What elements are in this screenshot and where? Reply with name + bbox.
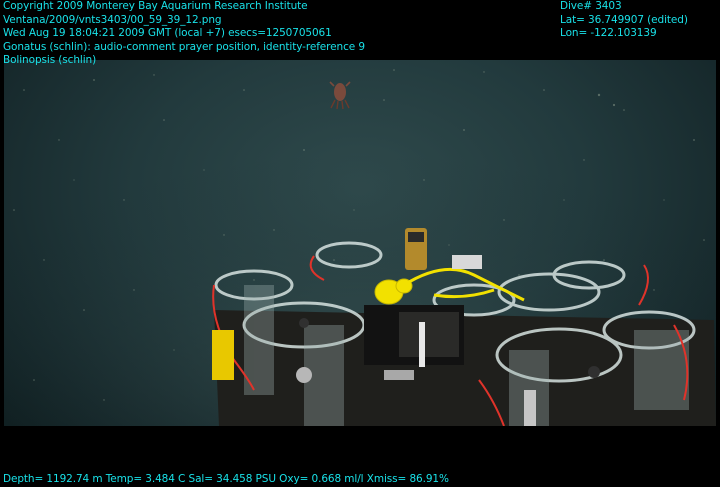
underwater-scene — [4, 60, 716, 426]
telemetry-footer: Depth= 1192.74 m Temp= 3.484 C Sal= 34.4… — [3, 473, 449, 487]
underwater-video-frame — [4, 60, 716, 426]
header-left: Copyright 2009 Monterey Bay Aquarium Res… — [3, 0, 365, 68]
longitude: Lon= -122.103139 — [560, 27, 657, 40]
annotation-bolinopsis: Bolinopsis (schlin) — [3, 54, 97, 67]
latitude: Lat= 36.749907 (edited) — [560, 13, 688, 26]
frame-filename: Ventana/2009/vnts3403/00_59_39_12.png — [3, 13, 222, 26]
telemetry-line: Depth= 1192.74 m Temp= 3.484 C Sal= 34.4… — [3, 473, 449, 485]
video-frame: Copyright 2009 Monterey Bay Aquarium Res… — [0, 0, 720, 486]
copyright-line: Copyright 2009 Monterey Bay Aquarium Res… — [3, 0, 308, 12]
dive-number: Dive# 3403 — [560, 0, 622, 12]
header-right: Dive# 3403 Lat= 36.749907 (edited) Lon= … — [560, 0, 688, 41]
timestamp-line: Wed Aug 19 18:04:21 2009 GMT (local +7) … — [3, 27, 332, 40]
annotation-gonatus: Gonatus (schlin): audio-comment prayer p… — [3, 40, 365, 53]
